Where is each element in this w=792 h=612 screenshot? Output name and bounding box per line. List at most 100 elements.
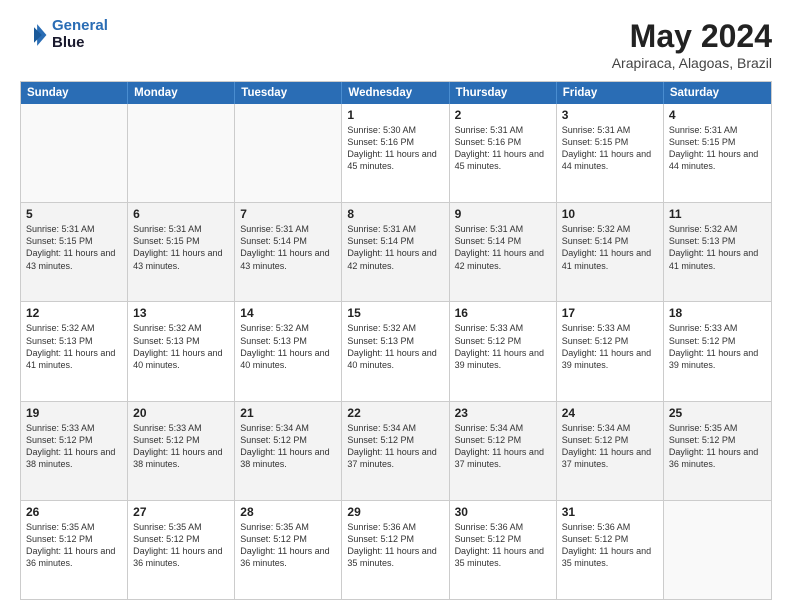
title-block: May 2024 Arapiraca, Alagoas, Brazil	[612, 18, 772, 71]
day-number: 22	[347, 406, 443, 420]
calendar-day-cell: 2Sunrise: 5:31 AM Sunset: 5:16 PM Daylig…	[450, 104, 557, 202]
weekday-header: Thursday	[450, 82, 557, 104]
day-info: Sunrise: 5:33 AM Sunset: 5:12 PM Dayligh…	[669, 322, 766, 371]
day-number: 12	[26, 306, 122, 320]
day-info: Sunrise: 5:31 AM Sunset: 5:15 PM Dayligh…	[26, 223, 122, 272]
day-number: 18	[669, 306, 766, 320]
day-info: Sunrise: 5:35 AM Sunset: 5:12 PM Dayligh…	[669, 422, 766, 471]
day-number: 15	[347, 306, 443, 320]
calendar-day-cell: 22 Sunrise: 5:34 AM Sunset: 5:12 PM Dayli…	[342, 402, 449, 500]
calendar-day-cell: 21Sunrise: 5:34 AM Sunset: 5:12 PM Dayli…	[235, 402, 342, 500]
calendar-day-cell: 6 Sunrise: 5:31 AM Sunset: 5:15 PM Daylig…	[128, 203, 235, 301]
day-number: 31	[562, 505, 658, 519]
day-info: Sunrise: 5:32 AM Sunset: 5:13 PM Dayligh…	[26, 322, 122, 371]
day-info: Sunrise: 5:33 AM Sunset: 5:12 PM Dayligh…	[455, 322, 551, 371]
day-info: Sunrise: 5:33 AM Sunset: 5:12 PM Dayligh…	[562, 322, 658, 371]
day-number: 16	[455, 306, 551, 320]
weekday-header: Friday	[557, 82, 664, 104]
calendar-day-cell: 17 Sunrise: 5:33 AM Sunset: 5:12 PM Dayli…	[557, 302, 664, 400]
day-number: 23	[455, 406, 551, 420]
day-number: 5	[26, 207, 122, 221]
calendar-empty-cell	[21, 104, 128, 202]
day-info: Sunrise: 5:30 AM Sunset: 5:16 PM Dayligh…	[347, 124, 443, 173]
location: Arapiraca, Alagoas, Brazil	[612, 55, 772, 71]
day-number: 11	[669, 207, 766, 221]
day-info: Sunrise: 5:34 AM Sunset: 5:12 PM Dayligh…	[347, 422, 443, 471]
day-number: 3	[562, 108, 658, 122]
calendar-day-cell: 7Sunrise: 5:31 AM Sunset: 5:14 PM Daylig…	[235, 203, 342, 301]
weekday-header: Saturday	[664, 82, 771, 104]
day-info: Sunrise: 5:31 AM Sunset: 5:15 PM Dayligh…	[669, 124, 766, 173]
weekday-header: Wednesday	[342, 82, 449, 104]
day-info: Sunrise: 5:33 AM Sunset: 5:12 PM Dayligh…	[26, 422, 122, 471]
day-info: Sunrise: 5:31 AM Sunset: 5:15 PM Dayligh…	[133, 223, 229, 272]
day-number: 14	[240, 306, 336, 320]
logo: General Blue	[20, 18, 108, 51]
calendar-week-row: 12 Sunrise: 5:32 AM Sunset: 5:13 PM Dayli…	[21, 301, 771, 400]
day-number: 6	[133, 207, 229, 221]
calendar-day-cell: 4 Sunrise: 5:31 AM Sunset: 5:15 PM Daylig…	[664, 104, 771, 202]
day-number: 10	[562, 207, 658, 221]
day-number: 30	[455, 505, 551, 519]
weekday-header: Tuesday	[235, 82, 342, 104]
day-info: Sunrise: 5:31 AM Sunset: 5:15 PM Dayligh…	[562, 124, 658, 173]
calendar-day-cell: 25 Sunrise: 5:35 AM Sunset: 5:12 PM Dayli…	[664, 402, 771, 500]
day-number: 20	[133, 406, 229, 420]
day-info: Sunrise: 5:35 AM Sunset: 5:12 PM Dayligh…	[133, 521, 229, 570]
calendar-header: SundayMondayTuesdayWednesdayThursdayFrid…	[21, 82, 771, 104]
calendar-day-cell: 5 Sunrise: 5:31 AM Sunset: 5:15 PM Daylig…	[21, 203, 128, 301]
calendar-day-cell: 20 Sunrise: 5:33 AM Sunset: 5:12 PM Dayli…	[128, 402, 235, 500]
calendar-empty-cell	[664, 501, 771, 599]
calendar-day-cell: 24 Sunrise: 5:34 AM Sunset: 5:12 PM Dayli…	[557, 402, 664, 500]
calendar-day-cell: 28Sunrise: 5:35 AM Sunset: 5:12 PM Dayli…	[235, 501, 342, 599]
day-info: Sunrise: 5:36 AM Sunset: 5:12 PM Dayligh…	[455, 521, 551, 570]
day-info: Sunrise: 5:33 AM Sunset: 5:12 PM Dayligh…	[133, 422, 229, 471]
day-info: Sunrise: 5:32 AM Sunset: 5:13 PM Dayligh…	[133, 322, 229, 371]
page: General Blue May 2024 Arapiraca, Alagoas…	[0, 0, 792, 612]
calendar-day-cell: 19 Sunrise: 5:33 AM Sunset: 5:12 PM Dayli…	[21, 402, 128, 500]
calendar-day-cell: 14Sunrise: 5:32 AM Sunset: 5:13 PM Dayli…	[235, 302, 342, 400]
calendar-day-cell: 10 Sunrise: 5:32 AM Sunset: 5:14 PM Dayli…	[557, 203, 664, 301]
calendar-day-cell: 12 Sunrise: 5:32 AM Sunset: 5:13 PM Dayli…	[21, 302, 128, 400]
day-info: Sunrise: 5:34 AM Sunset: 5:12 PM Dayligh…	[455, 422, 551, 471]
day-number: 7	[240, 207, 336, 221]
day-number: 24	[562, 406, 658, 420]
calendar-week-row: 19 Sunrise: 5:33 AM Sunset: 5:12 PM Dayli…	[21, 401, 771, 500]
month-title: May 2024	[612, 18, 772, 55]
calendar-empty-cell	[235, 104, 342, 202]
calendar-day-cell: 16 Sunrise: 5:33 AM Sunset: 5:12 PM Dayli…	[450, 302, 557, 400]
day-number: 17	[562, 306, 658, 320]
calendar-day-cell: 26Sunrise: 5:35 AM Sunset: 5:12 PM Dayli…	[21, 501, 128, 599]
day-number: 1	[347, 108, 443, 122]
calendar-day-cell: 11 Sunrise: 5:32 AM Sunset: 5:13 PM Dayli…	[664, 203, 771, 301]
day-info: Sunrise: 5:34 AM Sunset: 5:12 PM Dayligh…	[562, 422, 658, 471]
weekday-header: Monday	[128, 82, 235, 104]
day-number: 19	[26, 406, 122, 420]
day-info: Sunrise: 5:32 AM Sunset: 5:13 PM Dayligh…	[669, 223, 766, 272]
calendar-week-row: 5 Sunrise: 5:31 AM Sunset: 5:15 PM Daylig…	[21, 202, 771, 301]
calendar-week-row: 1 Sunrise: 5:30 AM Sunset: 5:16 PM Daylig…	[21, 104, 771, 202]
calendar: SundayMondayTuesdayWednesdayThursdayFrid…	[20, 81, 772, 600]
day-info: Sunrise: 5:31 AM Sunset: 5:14 PM Dayligh…	[347, 223, 443, 272]
day-number: 25	[669, 406, 766, 420]
calendar-day-cell: 27 Sunrise: 5:35 AM Sunset: 5:12 PM Dayli…	[128, 501, 235, 599]
calendar-day-cell: 15 Sunrise: 5:32 AM Sunset: 5:13 PM Dayli…	[342, 302, 449, 400]
day-number: 13	[133, 306, 229, 320]
calendar-day-cell: 9Sunrise: 5:31 AM Sunset: 5:14 PM Daylig…	[450, 203, 557, 301]
calendar-day-cell: 23 Sunrise: 5:34 AM Sunset: 5:12 PM Dayli…	[450, 402, 557, 500]
day-info: Sunrise: 5:32 AM Sunset: 5:13 PM Dayligh…	[347, 322, 443, 371]
day-info: Sunrise: 5:31 AM Sunset: 5:16 PM Dayligh…	[455, 124, 551, 173]
calendar-week-row: 26Sunrise: 5:35 AM Sunset: 5:12 PM Dayli…	[21, 500, 771, 599]
calendar-day-cell: 29Sunrise: 5:36 AM Sunset: 5:12 PM Dayli…	[342, 501, 449, 599]
day-number: 27	[133, 505, 229, 519]
calendar-day-cell: 31Sunrise: 5:36 AM Sunset: 5:12 PM Dayli…	[557, 501, 664, 599]
day-number: 21	[240, 406, 336, 420]
day-number: 8	[347, 207, 443, 221]
day-number: 4	[669, 108, 766, 122]
header: General Blue May 2024 Arapiraca, Alagoas…	[20, 18, 772, 71]
day-info: Sunrise: 5:35 AM Sunset: 5:12 PM Dayligh…	[26, 521, 122, 570]
day-info: Sunrise: 5:31 AM Sunset: 5:14 PM Dayligh…	[455, 223, 551, 272]
day-info: Sunrise: 5:35 AM Sunset: 5:12 PM Dayligh…	[240, 521, 336, 570]
day-info: Sunrise: 5:32 AM Sunset: 5:14 PM Dayligh…	[562, 223, 658, 272]
calendar-day-cell: 18 Sunrise: 5:33 AM Sunset: 5:12 PM Dayli…	[664, 302, 771, 400]
